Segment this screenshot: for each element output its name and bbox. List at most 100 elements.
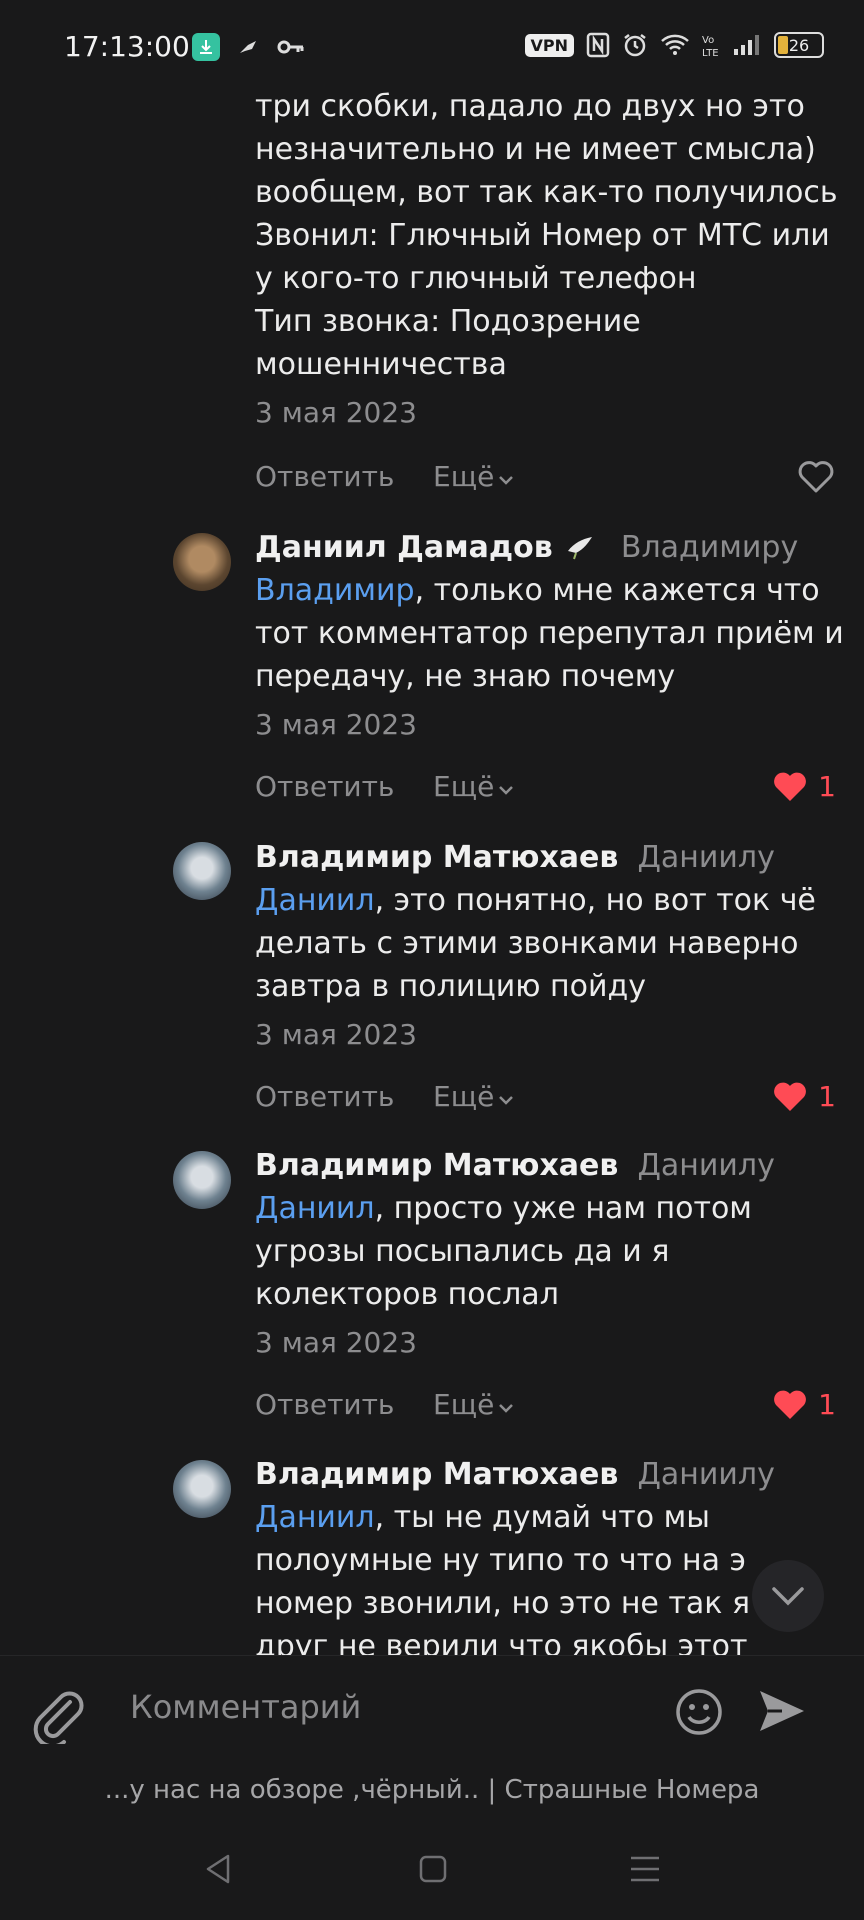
- avatar[interactable]: [173, 533, 231, 591]
- comment-item: Владимир Матюхаев Даниилу Даниил, это по…: [255, 840, 855, 1051]
- battery-icon: 26: [774, 32, 824, 58]
- comment-date: 3 мая 2023: [255, 396, 417, 429]
- comment-date: 3 мая 2023: [255, 1018, 417, 1051]
- comment-item: три скобки, падало до двух но это незнач…: [255, 90, 855, 429]
- comment-line: незначительно и не имеет смысла): [255, 132, 816, 167]
- comment-author[interactable]: Даниил Дамадов: [255, 530, 553, 565]
- wifi-icon: [661, 34, 689, 55]
- comment-line: , это понятно, но вот ток чё: [374, 883, 816, 918]
- comment-composer: Комментарий: [0, 1655, 864, 1766]
- bird-icon: [240, 41, 256, 53]
- more-button[interactable]: Ещё: [433, 1080, 515, 1113]
- notification-icons: [192, 33, 306, 61]
- video-caption[interactable]: ...у нас на обзоре ,чёрный.. | Страшные …: [0, 1775, 864, 1805]
- reply-to-label[interactable]: Даниилу: [637, 1457, 774, 1492]
- like-count: 1: [818, 1388, 836, 1421]
- like-count: 1: [818, 1080, 836, 1113]
- comment-item: Даниил Дамадов Владимиру Владимир, тольк…: [255, 530, 855, 741]
- paperclip-icon[interactable]: [30, 1684, 86, 1744]
- svg-text:Vo: Vo: [702, 35, 714, 46]
- dove-icon: [567, 537, 592, 560]
- avatar[interactable]: [173, 1151, 231, 1209]
- reply-to-label[interactable]: Даниилу: [637, 840, 774, 875]
- comment-line: друг не верили что якобы этот: [255, 1629, 748, 1655]
- volte-icon: Vo LTE: [702, 35, 719, 58]
- comment-line: , только мне кажется что: [414, 573, 820, 608]
- comment-line: Тип звонка: Подозрение: [255, 304, 641, 339]
- reply-button[interactable]: Ответить: [255, 770, 394, 803]
- avatar[interactable]: [173, 842, 231, 900]
- nfc-icon: [586, 32, 610, 58]
- comment-line: мошенничества: [255, 347, 507, 382]
- menu-icon[interactable]: [628, 1854, 662, 1884]
- mention-link[interactable]: Даниил: [255, 1500, 375, 1535]
- reply-button[interactable]: Ответить: [255, 1388, 394, 1421]
- home-icon[interactable]: [418, 1854, 448, 1884]
- mention-link[interactable]: Даниил: [255, 883, 375, 918]
- comment-line: три скобки, падало до двух но это: [255, 90, 805, 124]
- status-bar: 17:13:00 VPN Vo LTE 26: [0, 0, 864, 100]
- comment-line: завтра в полицию пойду: [255, 969, 646, 1004]
- status-right: VPN Vo LTE 26: [524, 32, 824, 58]
- comment-line: делать с этими звонками наверно: [255, 926, 799, 961]
- chevron-down-icon: [772, 1587, 804, 1606]
- more-label: Ещё: [433, 770, 495, 803]
- liked-heart-icon[interactable]: [772, 1388, 808, 1422]
- comment-date: 3 мая 2023: [255, 708, 417, 741]
- comment-line: , просто уже нам потом: [374, 1191, 752, 1226]
- like-count: 1: [818, 770, 836, 803]
- svg-text:LTE: LTE: [702, 48, 719, 58]
- chevron-down-icon: [499, 786, 514, 795]
- scroll-down-button[interactable]: [752, 1560, 824, 1632]
- vpn-badge: VPN: [524, 33, 574, 57]
- more-button[interactable]: Ещё: [433, 460, 515, 493]
- comment-line: вообщем, вот так как-то получилось: [255, 175, 838, 210]
- comment-text: Даниил, просто уже нам потом: [255, 1187, 855, 1230]
- more-label: Ещё: [433, 460, 495, 493]
- send-icon[interactable]: [756, 1686, 808, 1736]
- battery-level: 26: [788, 35, 810, 55]
- comment-author[interactable]: Владимир Матюхаев: [255, 1148, 618, 1183]
- liked-heart-icon[interactable]: [772, 770, 808, 804]
- more-button[interactable]: Ещё: [433, 1388, 515, 1421]
- comment-author[interactable]: Владимир Матюхаев: [255, 1457, 618, 1492]
- system-nav-bar: [0, 1830, 864, 1920]
- chevron-down-icon: [499, 1096, 514, 1105]
- emoji-icon[interactable]: [674, 1687, 724, 1737]
- alarm-icon: [624, 34, 646, 57]
- signal-icon: [734, 35, 759, 55]
- comment-header: Владимир Матюхаев Даниилу: [255, 1148, 855, 1183]
- comment-line: , ты не думай что мы: [374, 1500, 710, 1535]
- comment-text: Даниил, ты не думай что мы: [255, 1496, 855, 1539]
- like-icon[interactable]: [798, 460, 834, 494]
- mention-link[interactable]: Даниил: [255, 1191, 375, 1226]
- reply-button[interactable]: Ответить: [255, 460, 394, 493]
- reply-button[interactable]: Ответить: [255, 1080, 394, 1113]
- status-time: 17:13:00: [64, 30, 190, 63]
- reply-to-label[interactable]: Даниилу: [637, 1148, 774, 1183]
- key-icon: [277, 40, 304, 54]
- comment-item: Владимир Матюхаев Даниилу Даниил, просто…: [255, 1148, 855, 1359]
- comment-input[interactable]: Комментарий: [130, 1688, 361, 1726]
- more-label: Ещё: [433, 1080, 495, 1113]
- comment-header: Владимир Матюхаев Даниилу: [255, 840, 855, 875]
- liked-heart-icon[interactable]: [772, 1080, 808, 1114]
- back-icon[interactable]: [202, 1852, 234, 1886]
- comment-item: Владимир Матюхаев Даниилу Даниил, ты не …: [255, 1457, 855, 1655]
- comment-line: у кого-то глючный телефон: [255, 261, 697, 296]
- comment-text: Владимир, только мне кажется что: [255, 569, 855, 612]
- comment-line: угрозы посыпались да и я: [255, 1234, 670, 1269]
- comment-header: Владимир Матюхаев Даниилу: [255, 1457, 855, 1492]
- comment-line: передачу, не знаю почему: [255, 659, 676, 694]
- comment-author[interactable]: Владимир Матюхаев: [255, 840, 618, 875]
- mention-link[interactable]: Владимир: [255, 573, 415, 608]
- reply-to-label[interactable]: Владимиру: [621, 530, 798, 565]
- avatar[interactable]: [173, 1460, 231, 1518]
- comment-thread[interactable]: три скобки, падало до двух но это незнач…: [0, 90, 864, 1655]
- comment-line: Звонил: Глючный Номер от МТС или: [255, 218, 830, 253]
- comment-text: Даниил, это понятно, но вот ток чё: [255, 879, 855, 922]
- more-button[interactable]: Ещё: [433, 770, 515, 803]
- comment-header: Даниил Дамадов Владимиру: [255, 530, 855, 565]
- chevron-down-icon: [499, 476, 514, 485]
- download-icon: [192, 33, 220, 61]
